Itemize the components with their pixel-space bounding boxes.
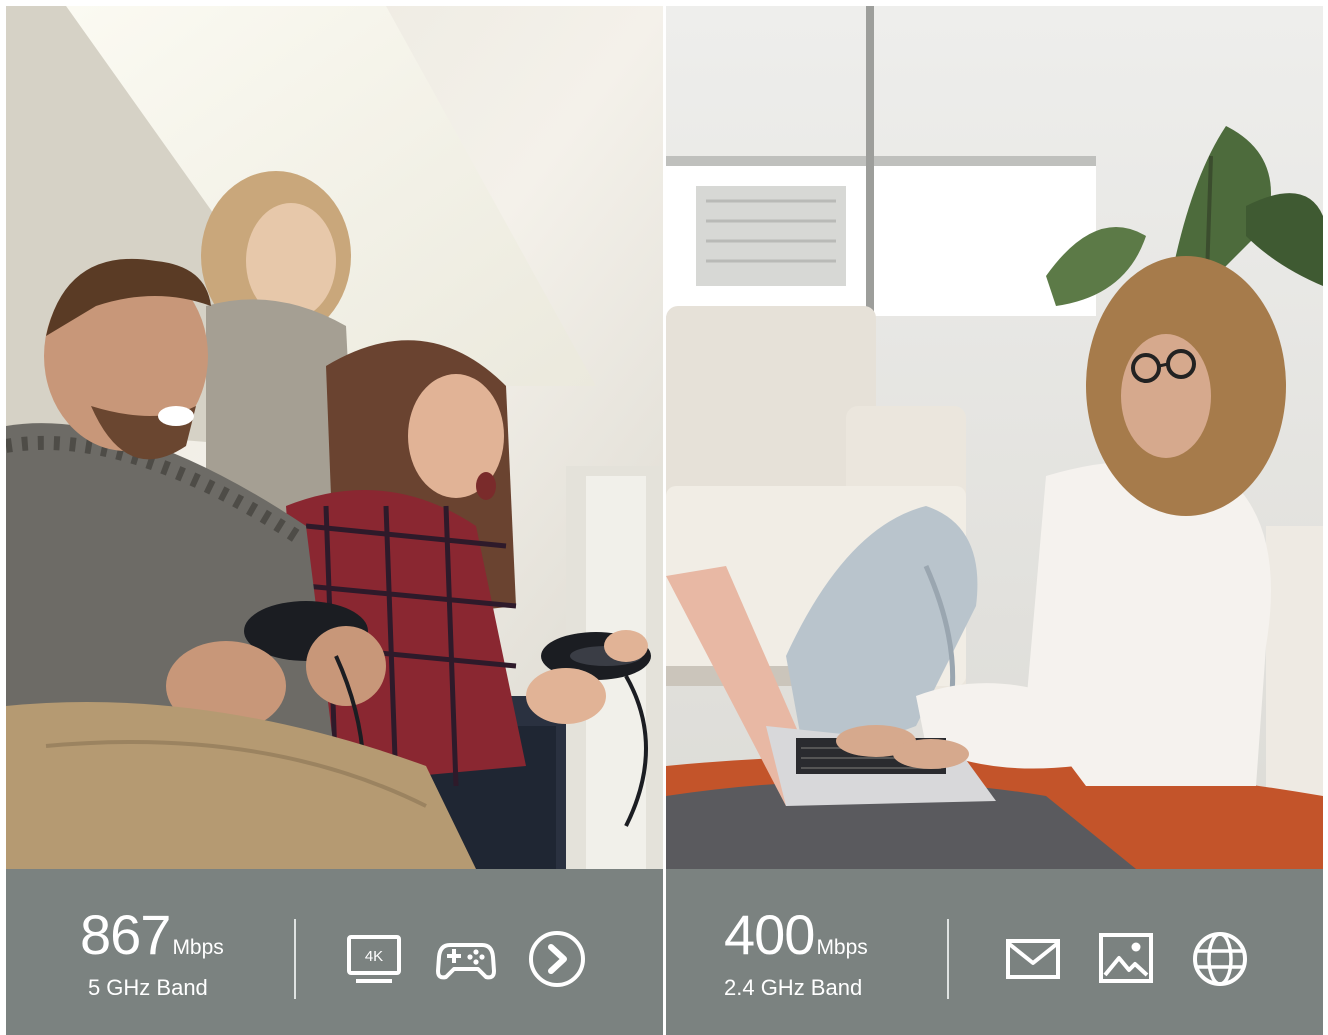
globe-icon: [1190, 929, 1250, 989]
speed-value: 400: [724, 903, 815, 966]
band-info-bar: 867Mbps 5 GHz Band 4K: [6, 869, 663, 1035]
divider: [294, 919, 296, 999]
band-label: 5 GHz Band: [87, 975, 208, 1000]
speed-block: 400Mbps 2.4 GHz Band: [724, 907, 868, 1001]
band-info-bar: 400Mbps 2.4 GHz Band: [666, 869, 1323, 1035]
speed-value: 867: [80, 903, 171, 966]
speed-unit: Mbps: [816, 936, 868, 959]
play-circle-icon: [527, 929, 587, 989]
gaming-friends-photo: [6, 6, 663, 869]
speed-block: 867Mbps 5 GHz Band: [80, 907, 224, 1001]
email-icon: [1003, 929, 1063, 989]
image-icon: [1096, 929, 1156, 989]
4k-label: 4K: [365, 948, 383, 965]
panel-5ghz: 867Mbps 5 GHz Band 4K: [6, 6, 663, 1035]
divider: [947, 919, 949, 999]
panel-2-4ghz: 400Mbps 2.4 GHz Band: [666, 6, 1323, 1035]
band-label: 2.4 GHz Band: [724, 975, 863, 1000]
gamepad-icon: [436, 929, 496, 989]
4k-tv-icon: 4K: [344, 929, 404, 989]
laptop-woman-photo: [666, 6, 1323, 869]
speed-unit: Mbps: [172, 936, 224, 959]
